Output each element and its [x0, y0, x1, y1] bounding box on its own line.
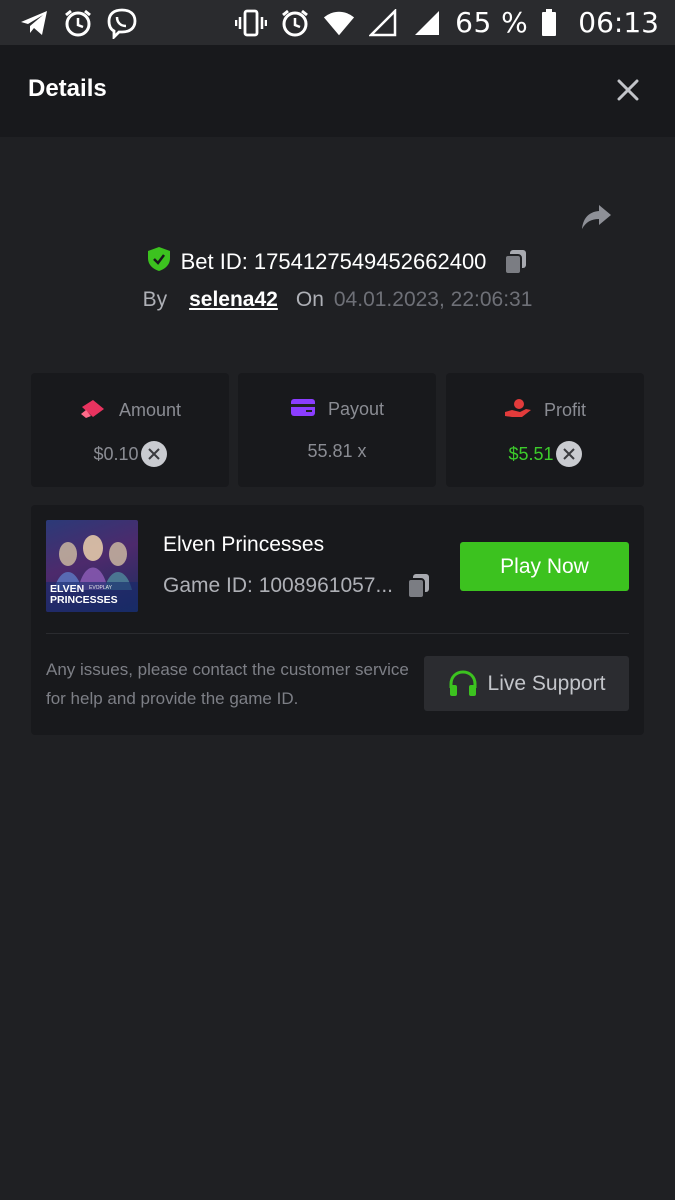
profit-hand-coin-icon [504, 397, 532, 424]
battery-icon [540, 7, 558, 39]
game-id-row: Game ID: 1008961057... [163, 573, 431, 599]
profit-card: Profit $5.51 [446, 373, 644, 487]
payout-value: 55.81 x [307, 441, 367, 461]
bet-id-row: Bet ID: 1754127549452662400 [0, 246, 675, 277]
amount-label: Amount [118, 400, 182, 420]
currency-coin-icon [555, 441, 582, 467]
divider [46, 633, 629, 634]
copy-icon [504, 249, 527, 275]
username-link[interactable]: selena42 [189, 288, 278, 312]
amount-value: $0.10 [93, 443, 139, 464]
live-support-label: Live Support [487, 671, 606, 695]
bet-meta-row: By selena42 On 04.01.2023, 22:06:31 [0, 288, 675, 312]
wifi-icon [323, 7, 355, 39]
vibrate-icon [235, 7, 268, 39]
thumbnail-brand: EVOPLAY [89, 585, 112, 591]
game-card: ELVEN PRINCESSES EVOPLAY Elven Princesse… [31, 505, 644, 735]
status-bar: 65 % 06:13 [0, 0, 675, 45]
profit-value: $5.51 [508, 443, 554, 464]
copy-icon [407, 574, 429, 599]
game-id: Game ID: 1008961057... [163, 574, 393, 597]
profit-label: Profit [543, 400, 586, 420]
status-time: 06:13 [578, 6, 659, 39]
amount-icon [79, 397, 107, 424]
currency-coin-icon [140, 441, 167, 467]
telegram-icon [18, 7, 50, 39]
copy-bet-id-button[interactable] [504, 249, 528, 275]
support-hint-text: Any issues, please contact the customer … [46, 660, 409, 708]
battery-percent: 65 % [455, 6, 529, 39]
verified-shield-icon [147, 246, 171, 277]
close-icon [617, 79, 639, 101]
live-support-button[interactable]: Live Support [424, 656, 629, 711]
status-bar-right: 65 % 06:13 [235, 6, 659, 39]
signal-empty-icon [367, 7, 399, 39]
status-bar-left [18, 7, 138, 39]
alarm-icon [62, 7, 94, 39]
page-title: Details [28, 75, 107, 102]
signal-icon [411, 7, 443, 39]
payout-card: Payout 55.81 x [238, 373, 436, 487]
on-label: On [295, 288, 324, 311]
details-header: Details [0, 45, 675, 137]
amount-card: Amount $0.10 [31, 373, 229, 487]
share-icon [582, 205, 611, 229]
payout-label: Payout [327, 399, 385, 419]
close-button[interactable] [612, 74, 644, 106]
share-button[interactable] [576, 200, 616, 234]
payout-wallet-icon [290, 397, 316, 422]
by-label: By [142, 288, 168, 311]
game-thumbnail[interactable]: ELVEN PRINCESSES EVOPLAY [46, 520, 138, 612]
headset-icon [448, 669, 478, 698]
game-name: Elven Princesses [163, 533, 325, 556]
viber-icon [106, 7, 138, 39]
alarm-icon [279, 7, 311, 39]
bet-id: Bet ID: 1754127549452662400 [180, 248, 487, 274]
play-now-button[interactable]: Play Now [460, 542, 629, 591]
copy-game-id-button[interactable] [407, 573, 431, 599]
bet-date: 04.01.2023, 22:06:31 [333, 288, 533, 311]
